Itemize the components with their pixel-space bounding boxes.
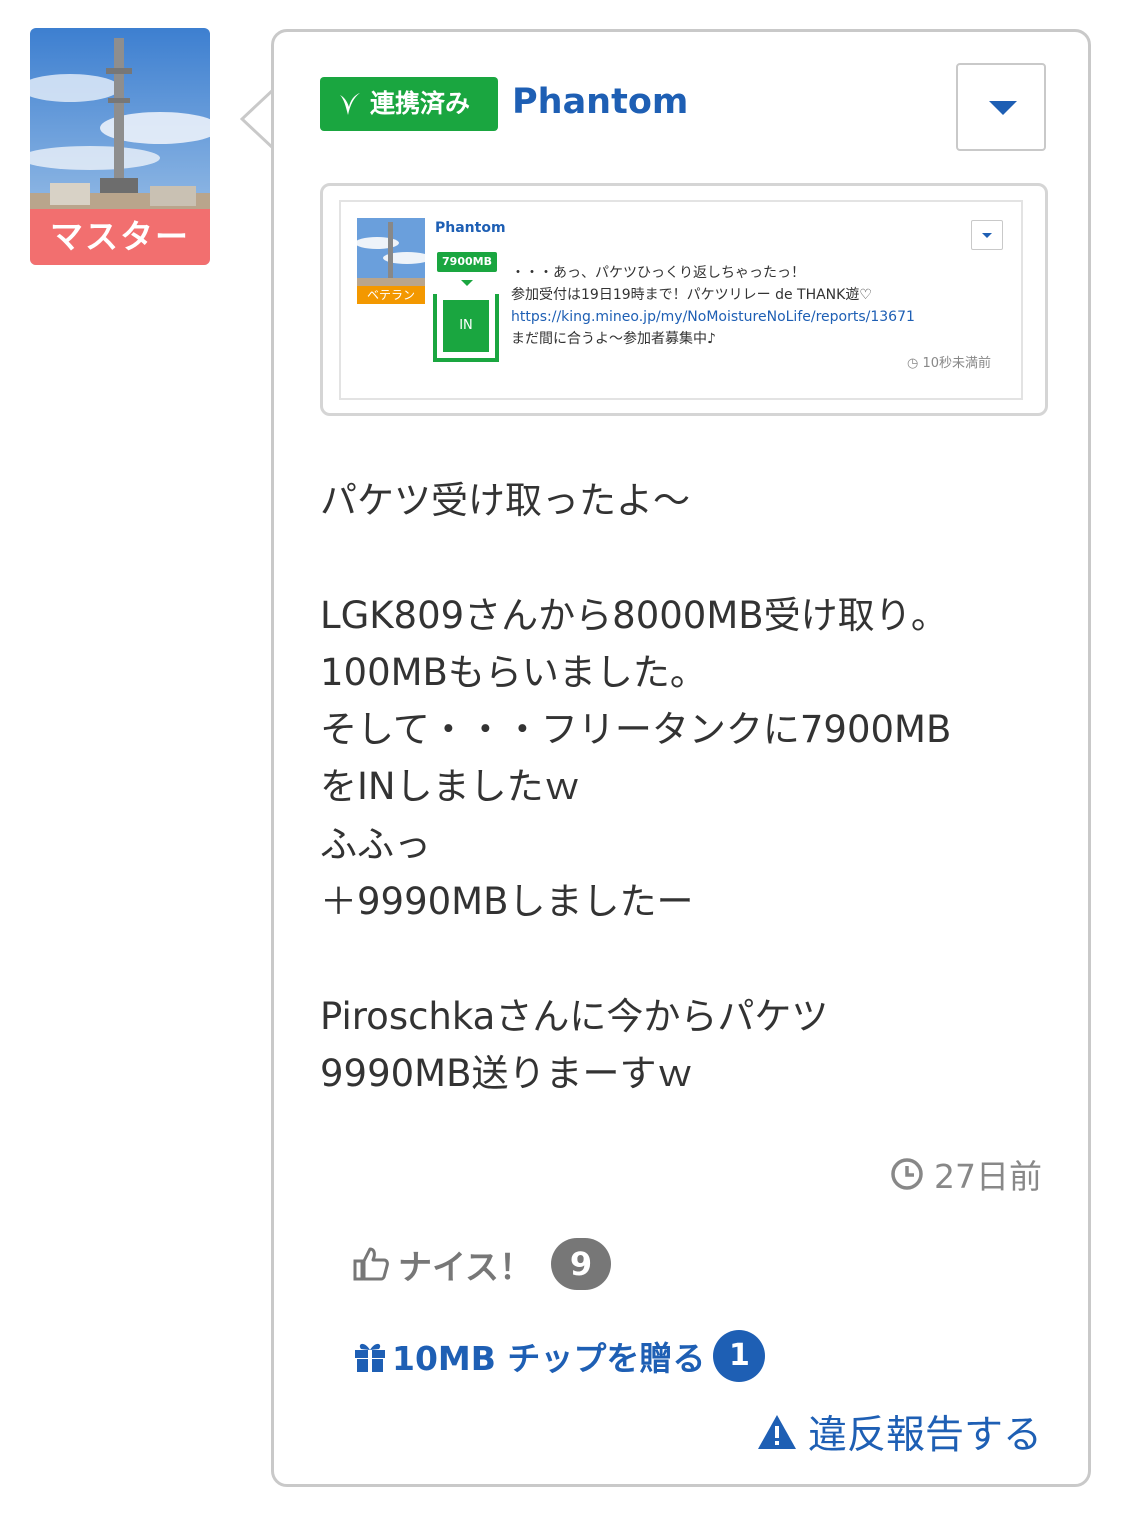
user-name-link[interactable]: Phantom (512, 82, 688, 122)
mini-tank-amount: 7900MB (437, 252, 497, 272)
attached-image-content: ベテラン Phantom 7900MB IN ・・・あっ、パケツひっくり返しちゃ… (339, 200, 1023, 400)
leaf-icon (340, 93, 360, 115)
post-time-text: 27日前 (934, 1157, 1042, 1196)
author-avatar[interactable]: マスター (30, 28, 210, 265)
mini-link: https://king.mineo.jp/my/NoMoistureNoLif… (511, 309, 915, 325)
mini-timestamp: ◷ 10秒未満前 (907, 352, 991, 371)
mini-chevron-down-icon (982, 233, 992, 238)
clock-icon (891, 1158, 923, 1190)
nice-count-badge: 9 (550, 1238, 611, 1290)
tip-button[interactable]: 10MB チップを贈る 1 (352, 1330, 766, 1382)
rank-badge: マスター (30, 209, 210, 265)
tip-count-badge: 1 (713, 1330, 766, 1382)
post-timestamp: 27日前 (890, 1150, 1042, 1198)
tip-label: 10MB チップを贈る (392, 1339, 706, 1378)
nice-button[interactable]: ナイス！ 9 (352, 1238, 611, 1290)
mini-avatar: ベテラン (357, 218, 425, 304)
mini-rank-badge: ベテラン (357, 286, 425, 304)
mini-post-text: ・・・あっ、パケツひっくり返しちゃったっ！ 参加受付は19日19時まで！パケツリ… (511, 262, 1011, 350)
mini-line-2: 参加受付は19日19時まで！パケツリレー de THANK遊♡ (511, 287, 872, 303)
warning-icon (757, 1415, 796, 1449)
nice-label: ナイス！ (398, 1247, 533, 1288)
report-label: 違反報告する (807, 1413, 1042, 1458)
linked-badge-label: 連携済み (370, 89, 471, 118)
thumbs-up-icon (353, 1247, 389, 1281)
chevron-down-icon (989, 101, 1017, 115)
gift-icon (355, 1343, 385, 1372)
post-body: パケツ受け取ったよ～ LGK809さんから8000MB受け取り。 100MBもら… (320, 479, 952, 1095)
mini-line-1: ・・・あっ、パケツひっくり返しちゃったっ！ (511, 265, 805, 281)
linked-badge: 連携済み (320, 77, 498, 131)
post-menu-button[interactable] (956, 63, 1046, 151)
mini-clock-icon: ◷ (906, 356, 923, 371)
mini-time-text: 10秒未満前 (922, 356, 991, 371)
attached-image[interactable]: ベテラン Phantom 7900MB IN ・・・あっ、パケツひっくり返しちゃ… (320, 183, 1048, 416)
mini-user-name: Phantom (435, 220, 506, 236)
mini-line-4: まだ間に合うよ～参加者募集中♪ (511, 331, 716, 347)
mini-tank-icon: IN (433, 294, 499, 362)
mini-arrow-down-icon (461, 280, 473, 286)
post-card: 連携済み Phantom ベテラン Phantom 7900MB IN ・・・あ… (271, 29, 1091, 1487)
mini-tank-label: IN (443, 300, 489, 352)
mini-menu-button (971, 220, 1003, 250)
report-link[interactable]: 違反報告する (756, 1404, 1042, 1460)
